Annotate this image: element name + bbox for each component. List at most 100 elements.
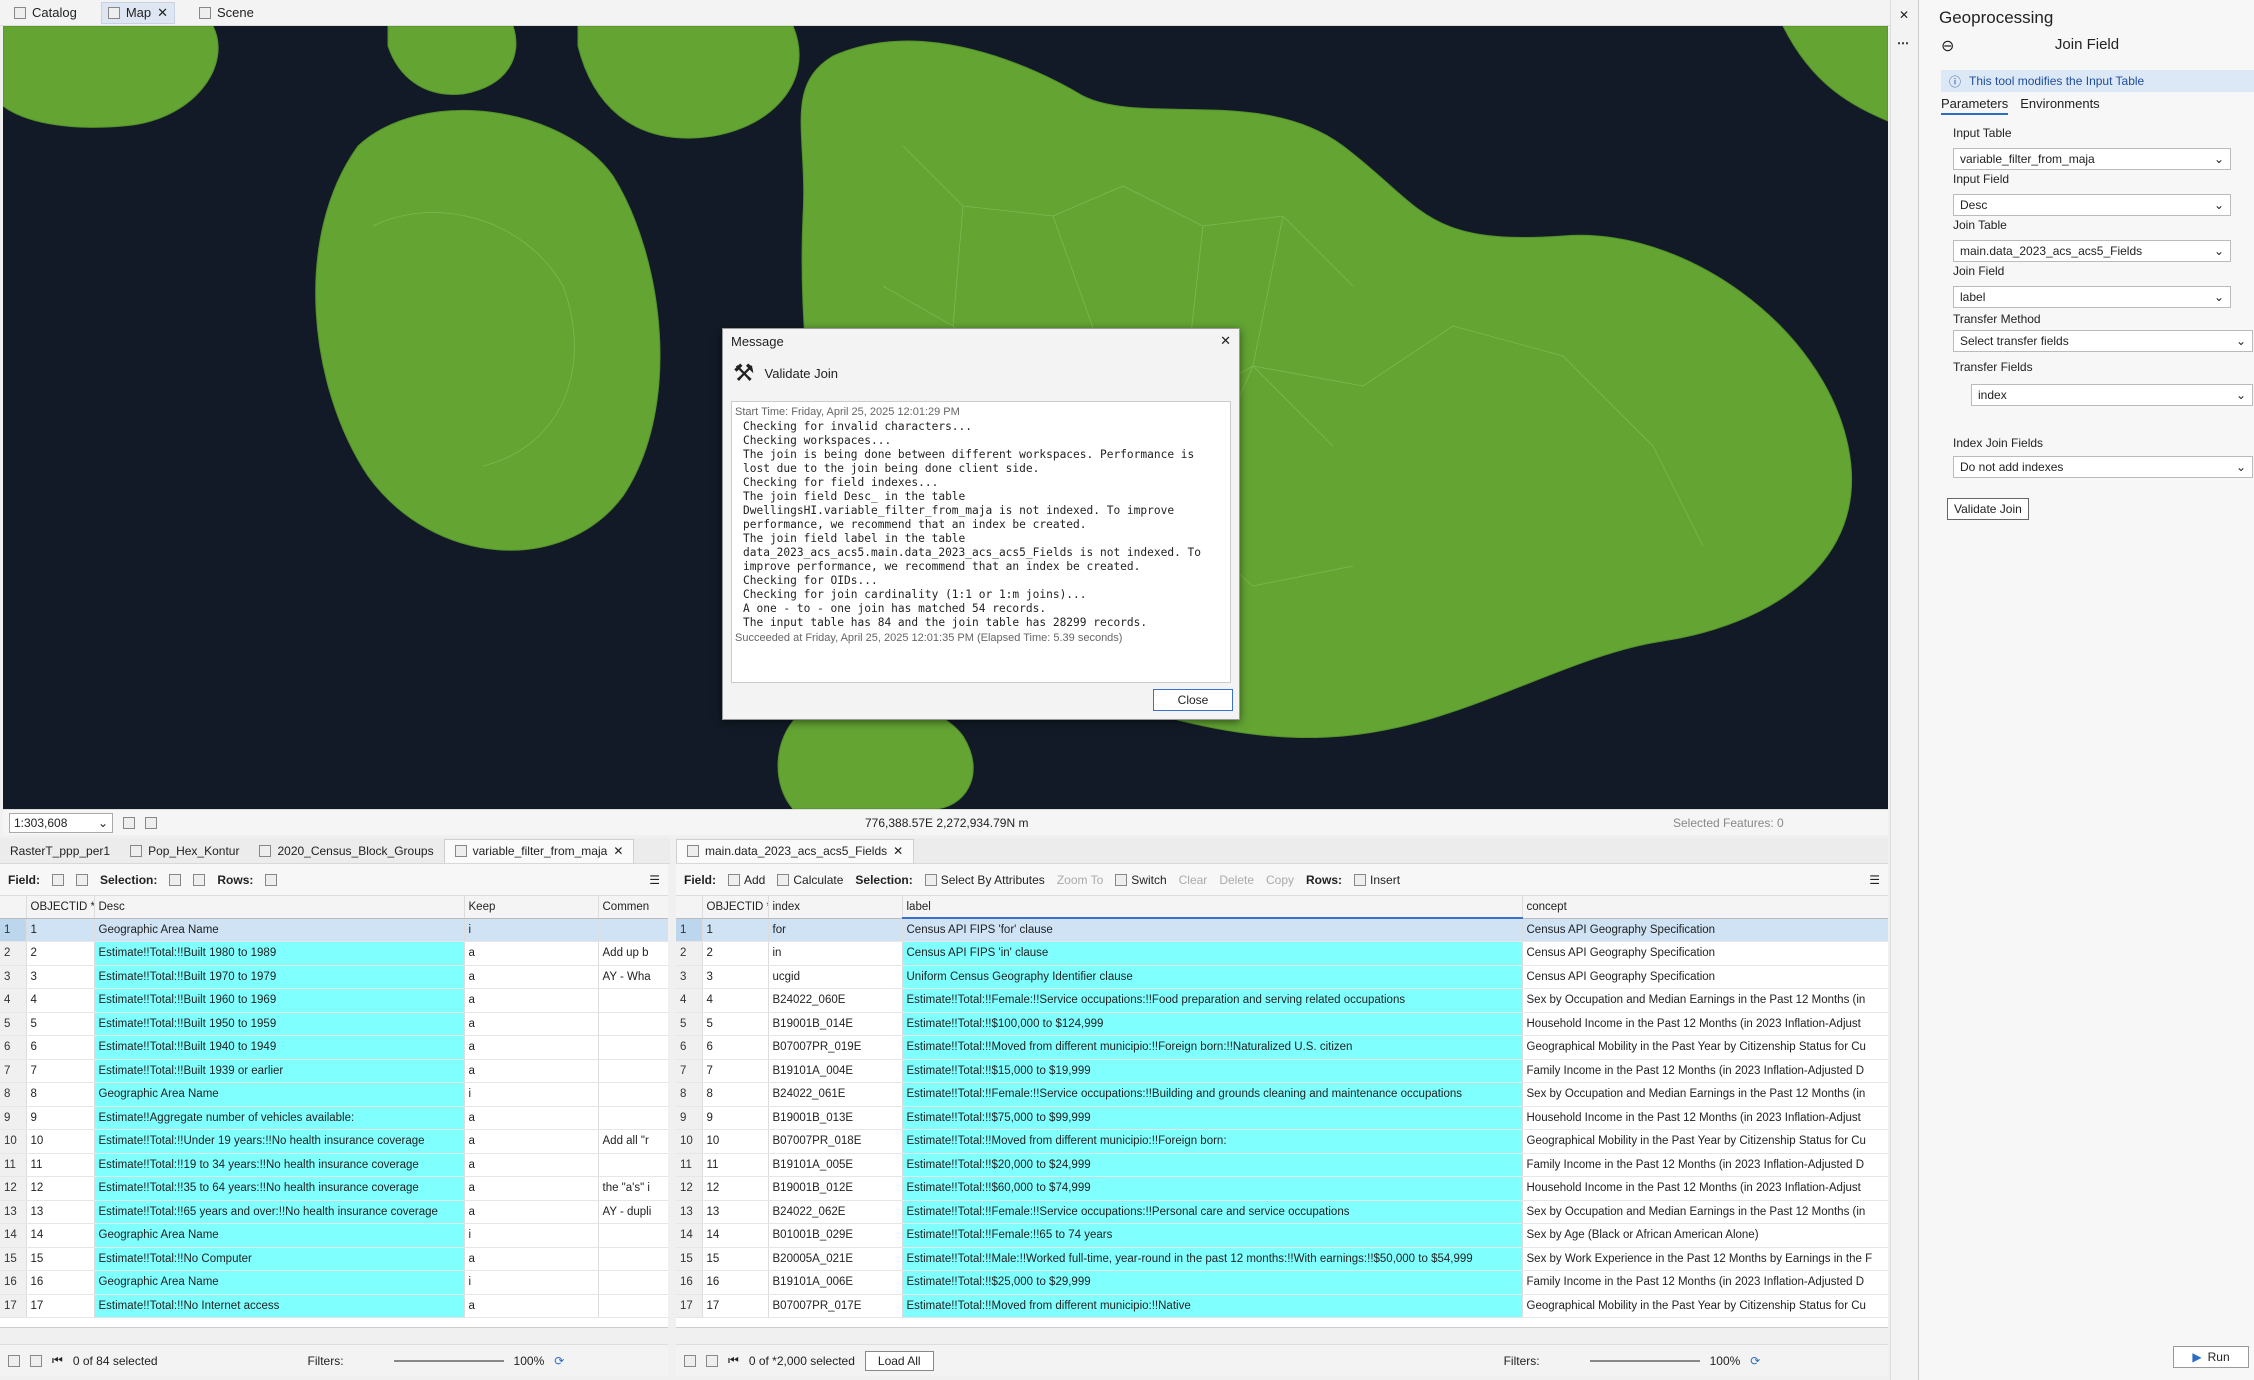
table-cell[interactable]: Estimate!!Total:!!Built 1940 to 1949	[94, 1035, 465, 1060]
table-row[interactable]: 5 5 B19001B_014E Estimate!!Total:!!$100,000…	[676, 1012, 1888, 1036]
table-row[interactable]: 4 4 Estimate!!Total:!!Built 1960 to 1969 a	[0, 988, 668, 1013]
table-cell[interactable]: a	[464, 1200, 599, 1224]
table-cell[interactable]: a	[464, 1153, 599, 1177]
param-field[interactable]: main.data_2023_acs_acs5_Fields ⌄	[1953, 240, 2231, 262]
table-cell[interactable]: Estimate!!Total:!!$75,000 to $99,999	[902, 1106, 1523, 1130]
tab-variable-filter[interactable]: variable_filter_from_maja ✕	[443, 838, 635, 863]
column-header[interactable]: Commen	[598, 896, 668, 919]
table-row[interactable]: 7 7 B19101A_004E Estimate!!Total:!!$15,000 …	[676, 1059, 1888, 1083]
param-field[interactable]: label ⌄	[1953, 286, 2231, 308]
table-cell[interactable]	[598, 1153, 668, 1177]
select-icon[interactable]	[169, 873, 182, 886]
table-cell[interactable]: a	[464, 1176, 599, 1201]
row-number[interactable]: 5	[0, 1012, 27, 1036]
field-view-icon[interactable]	[30, 1354, 42, 1367]
row-number[interactable]: 1	[676, 918, 703, 942]
row-number[interactable]: 1	[0, 918, 27, 942]
table-cell[interactable]: Sex by Occupation and Median Earnings in…	[1522, 988, 1888, 1013]
table-cell[interactable]: 1	[26, 918, 95, 942]
row-number[interactable]: 15	[0, 1247, 27, 1271]
first-record-icon[interactable]: ⏮	[52, 1353, 63, 1368]
table-row[interactable]: 8 8 Geographic Area Name i	[0, 1082, 668, 1107]
table-cell[interactable]: Add all "r	[598, 1129, 668, 1154]
table-cell[interactable]: 5	[702, 1012, 769, 1036]
table-cell[interactable]: B24022_060E	[768, 988, 903, 1013]
table-cell[interactable]: B19101A_006E	[768, 1270, 903, 1295]
table-cell[interactable]	[598, 1294, 668, 1318]
table-cell[interactable]: Estimate!!Total:!!$25,000 to $29,999	[902, 1270, 1523, 1295]
table-cell[interactable]: a	[464, 965, 599, 989]
column-header[interactable]: Desc	[94, 896, 465, 919]
table-row[interactable]: 16 16 B19101A_006E Estimate!!Total:!!$25,00…	[676, 1270, 1888, 1295]
table-row[interactable]: 11 11 B19101A_005E Estimate!!Total:!!$20,00…	[676, 1153, 1888, 1177]
table-cell[interactable]: B07007PR_017E	[768, 1294, 903, 1318]
row-number[interactable]: 10	[0, 1129, 27, 1154]
row-number[interactable]: 9	[0, 1106, 27, 1130]
table-row[interactable]: 3 3 ucgid Uniform Census Geography Identifi…	[676, 965, 1888, 989]
param-field[interactable]: Select transfer fields ⌄	[1953, 330, 2253, 352]
table-row[interactable]: 3 3 Estimate!!Total:!!Built 1970 to 1979 a A…	[0, 965, 668, 989]
table-cell[interactable]: 4	[26, 988, 95, 1013]
param-field[interactable]: Desc ⌄	[1953, 194, 2231, 216]
zoom-slider[interactable]	[1589, 1359, 1700, 1362]
copy-button[interactable]: Copy	[1266, 873, 1294, 887]
more-icon[interactable]: ⋯	[1897, 36, 1909, 50]
table-cell[interactable]	[598, 918, 668, 942]
row-number[interactable]: 2	[676, 941, 703, 966]
row-number[interactable]: 13	[0, 1200, 27, 1224]
tab-rastert[interactable]: RasterT_ppp_per1	[0, 839, 120, 863]
table-row[interactable]: 17 17 Estimate!!Total:!!No Internet access…	[0, 1294, 668, 1318]
delete-button[interactable]: Delete	[1219, 873, 1254, 887]
table-cell[interactable]: 6	[26, 1035, 95, 1060]
refresh-icon[interactable]: ⟳	[1750, 1354, 1760, 1368]
table-cell[interactable]: Sex by Age (Black or African American Al…	[1522, 1223, 1888, 1248]
row-number[interactable]: 12	[0, 1176, 27, 1201]
tab-pop-hex[interactable]: Pop_Hex_Kontur	[120, 839, 249, 863]
clear-button[interactable]: Clear	[1179, 873, 1208, 887]
row-number[interactable]: 6	[676, 1035, 703, 1060]
grid-icon[interactable]	[123, 816, 135, 829]
table-cell[interactable]: Geographical Mobility in the Past Year b…	[1522, 1129, 1888, 1154]
table-row[interactable]: 15 15 Estimate!!Total:!!No Computer a	[0, 1247, 668, 1271]
table-cell[interactable]: Estimate!!Total:!!Moved from different m…	[902, 1035, 1523, 1060]
zoom-level[interactable]: 100%	[1710, 1354, 1741, 1368]
back-icon[interactable]: ⊖	[1941, 36, 1954, 56]
tab-census-block-groups[interactable]: 2020_Census_Block_Groups	[249, 839, 443, 863]
table-row[interactable]: 1 1 Geographic Area Name i	[0, 918, 668, 942]
close-icon[interactable]: ✕	[1899, 8, 1909, 22]
row-number[interactable]: 3	[0, 965, 27, 989]
row-number[interactable]: 5	[676, 1012, 703, 1036]
table-cell[interactable]: i	[464, 1223, 599, 1248]
table-cell[interactable]: Geographical Mobility in the Past Year b…	[1522, 1294, 1888, 1318]
param-field[interactable]: index ⌄	[1971, 384, 2253, 406]
column-header[interactable]: Keep	[464, 896, 599, 919]
table-cell[interactable]: 9	[26, 1106, 95, 1130]
table-cell[interactable]: 16	[702, 1270, 769, 1295]
table-cell[interactable]: B07007PR_018E	[768, 1129, 903, 1154]
table-cell[interactable]: Estimate!!Total:!!Moved from different m…	[902, 1294, 1523, 1318]
row-number[interactable]: 4	[0, 988, 27, 1013]
table-cell[interactable]: 5	[26, 1012, 95, 1036]
row-number[interactable]: 11	[676, 1153, 703, 1177]
field-view-icon[interactable]	[706, 1354, 718, 1367]
table-cell[interactable]	[598, 1247, 668, 1271]
table-cell[interactable]: Estimate!!Total:!!Built 1960 to 1969	[94, 988, 465, 1013]
close-icon[interactable]: ✕	[1220, 333, 1231, 349]
table-cell[interactable]: 12	[702, 1176, 769, 1201]
tab-scene[interactable]: Scene	[193, 2, 260, 24]
table-cell[interactable]: 16	[26, 1270, 95, 1295]
row-number[interactable]: 4	[676, 988, 703, 1013]
refresh-icon[interactable]: ⟳	[554, 1354, 564, 1368]
table-row[interactable]: 16 16 Geographic Area Name i	[0, 1270, 668, 1295]
table-cell[interactable]: B20005A_021E	[768, 1247, 903, 1271]
table-row[interactable]: 12 12 B19001B_012E Estimate!!Total:!!$60,00…	[676, 1176, 1888, 1201]
column-header[interactable]: concept	[1522, 896, 1888, 919]
first-record-icon[interactable]: ⏮	[728, 1353, 739, 1368]
column-header[interactable]: OBJECTID *	[26, 896, 95, 919]
table-cell[interactable]: 14	[702, 1223, 769, 1248]
add-field-icon[interactable]	[52, 873, 64, 886]
table-cell[interactable]: B01001B_029E	[768, 1223, 903, 1248]
table-cell[interactable]: Geographic Area Name	[94, 1270, 465, 1295]
table-cell[interactable]: Household Income in the Past 12 Months (…	[1522, 1176, 1888, 1201]
table-cell[interactable]: Estimate!!Total:!!Under 19 years:!!No he…	[94, 1129, 465, 1154]
